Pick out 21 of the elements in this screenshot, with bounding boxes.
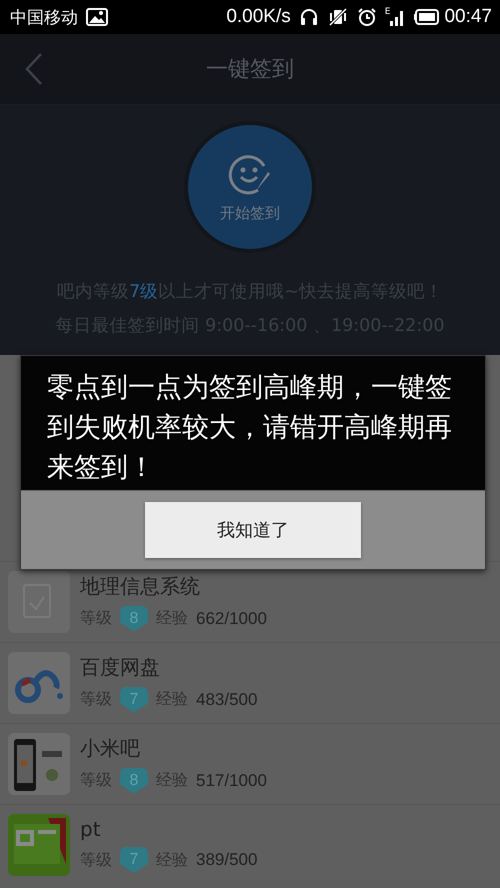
- page-title: 一键签到: [206, 56, 294, 84]
- experience-value: 483/500: [196, 690, 258, 710]
- acknowledge-button[interactable]: 我知道了: [145, 502, 361, 558]
- dialog-message: 零点到一点为签到高峰期，一键签到失败机率较大，请错开高峰期再来签到！: [46, 371, 453, 485]
- carrier-name: 中国移动: [10, 6, 78, 28]
- experience-value: 517/1000: [196, 770, 267, 790]
- forum-name: pt: [80, 817, 102, 841]
- clock-time: 00:47: [444, 6, 492, 28]
- experience-value: 662/1000: [196, 608, 267, 628]
- experience-value: 389/500: [196, 850, 258, 870]
- alarm-icon: [356, 7, 377, 27]
- forum-name: 百度网盘: [80, 654, 161, 680]
- battery-icon: [414, 9, 440, 25]
- forum-name: 小米吧: [80, 734, 141, 762]
- network-speed: 0.00K/s: [226, 6, 291, 28]
- network-type: E: [384, 8, 390, 17]
- muted-vibrate-icon: [326, 7, 349, 27]
- forum-name: 地理信息系统: [80, 572, 201, 600]
- image-icon: [86, 8, 108, 26]
- back-icon[interactable]: [24, 52, 44, 86]
- headphones-icon: [298, 7, 319, 27]
